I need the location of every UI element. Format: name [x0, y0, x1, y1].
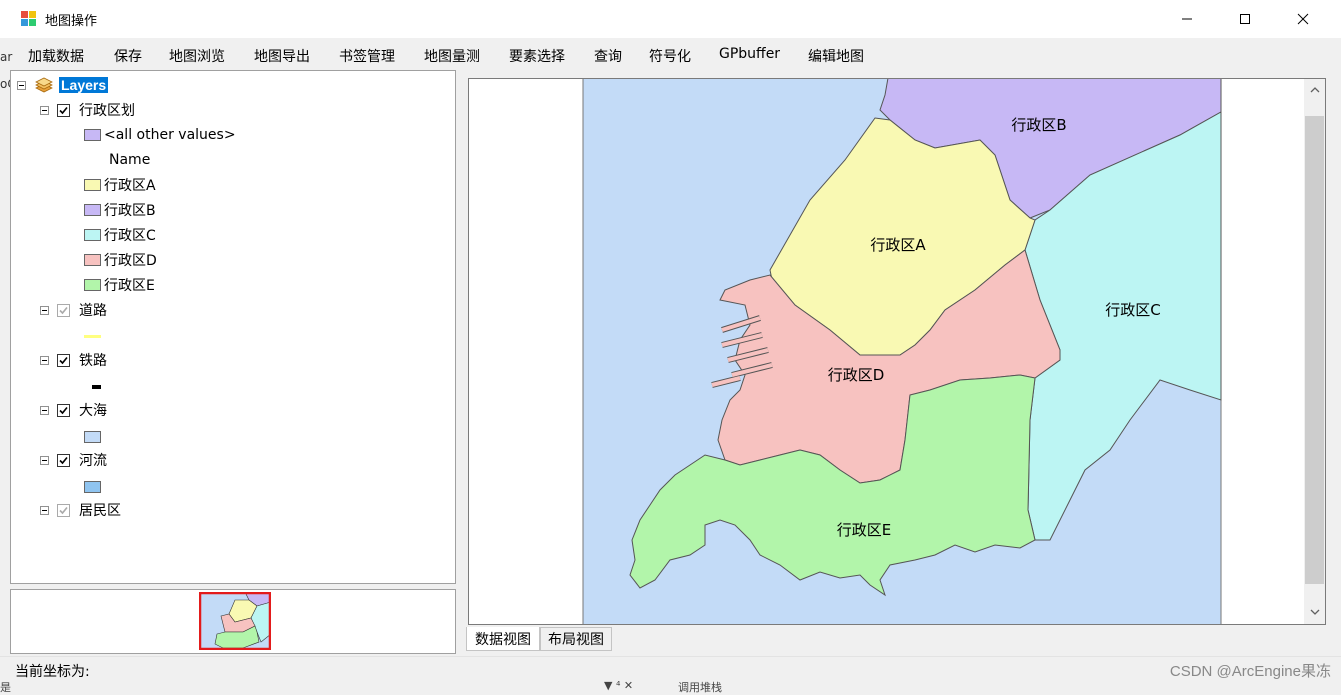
legend-other-values: <all other values>	[84, 125, 236, 145]
legend-item: 行政区A	[84, 175, 156, 195]
legend-label: 行政区A	[104, 178, 156, 194]
layer-name[interactable]: 河流	[79, 450, 107, 470]
layer-checkbox[interactable]	[57, 353, 70, 367]
sea-swatch	[84, 431, 101, 443]
layer-row-xingzheng[interactable]: 行政区划	[40, 100, 135, 120]
layer-checkbox[interactable]	[57, 103, 70, 117]
legend-item: 行政区B	[84, 200, 156, 220]
layer-row-dahai[interactable]: 大海	[40, 400, 107, 420]
menu-save[interactable]: 保存	[114, 46, 142, 66]
legend-item: 行政区C	[84, 225, 156, 245]
status-bar: 当前坐标为: CSDN @ArcEngine果冻 是 ▼ ⁴ ✕ 调用堆栈	[0, 656, 1341, 694]
river-swatch	[84, 481, 101, 493]
minimize-button[interactable]	[1158, 0, 1216, 38]
legend-label: 行政区C	[104, 228, 156, 244]
coords-label: 当前坐标为:	[15, 664, 90, 680]
menu-map-browse[interactable]: 地图浏览	[169, 46, 225, 66]
menu-map-measure[interactable]: 地图量测	[424, 46, 480, 66]
layer-checkbox[interactable]	[57, 403, 70, 417]
maximize-button[interactable]	[1216, 0, 1274, 38]
legend-swatch	[84, 179, 101, 191]
legend-swatch	[84, 129, 101, 141]
underlying-call-stack: 调用堆栈	[678, 681, 722, 694]
map-label-e: 行政区E	[837, 521, 891, 539]
scroll-down-icon[interactable]	[1304, 602, 1325, 622]
layers-root-label[interactable]: Layers	[59, 77, 109, 93]
collapse-icon[interactable]	[40, 505, 49, 515]
map-label-d: 行政区D	[828, 366, 885, 384]
map-view[interactable]: 行政区B 行政区A 行政区C 行政区D 行政区E	[468, 78, 1326, 625]
layer-name[interactable]: 道路	[79, 300, 107, 320]
collapse-icon[interactable]	[40, 355, 49, 365]
map-label-c: 行政区C	[1105, 301, 1160, 319]
legend-field-heading: Name	[109, 150, 150, 170]
underlying-text-left: 是	[0, 681, 11, 694]
clipped-text-top: ar	[0, 50, 13, 64]
toc-panel: Layers 行政区划 <all other values> Name 行政区A…	[10, 70, 456, 584]
tab-data-view[interactable]: 数据视图	[466, 627, 540, 651]
railway-symbol	[92, 385, 101, 389]
menu-load-data[interactable]: 加载数据	[28, 46, 84, 66]
collapse-icon[interactable]	[40, 305, 49, 315]
road-symbol	[84, 335, 101, 338]
layers-icon	[35, 77, 53, 93]
map-label-a: 行政区A	[870, 236, 926, 254]
menu-symbolize[interactable]: 符号化	[649, 46, 691, 66]
legend-swatch	[84, 204, 101, 216]
collapse-icon[interactable]	[40, 105, 49, 115]
legend-swatch	[84, 279, 101, 291]
layer-name[interactable]: 行政区划	[79, 100, 135, 120]
menu-bookmarks[interactable]: 书签管理	[339, 46, 395, 66]
legend-label: 行政区B	[104, 203, 156, 219]
layer-name[interactable]: 铁路	[79, 350, 107, 370]
legend-label: 行政区D	[104, 253, 157, 269]
menu-bar: ar 加载数据 保存 地图浏览 地图导出 书签管理 地图量测 要素选择 查询 符…	[0, 38, 1341, 70]
layer-row-tielu[interactable]: 铁路	[40, 350, 107, 370]
menu-query[interactable]: 查询	[594, 46, 622, 66]
map-label-b: 行政区B	[1011, 116, 1066, 134]
overview-thumbnail[interactable]	[199, 592, 271, 650]
menu-feature-select[interactable]: 要素选择	[509, 46, 565, 66]
legend-label: <all other values>	[104, 127, 236, 143]
layer-checkbox[interactable]	[57, 303, 70, 317]
layer-name[interactable]: 居民区	[79, 500, 121, 520]
layer-checkbox[interactable]	[57, 453, 70, 467]
legend-label: 行政区E	[104, 278, 155, 294]
tab-layout-view[interactable]: 布局视图	[540, 627, 612, 651]
layer-checkbox[interactable]	[57, 503, 70, 517]
overview-map-panel[interactable]	[10, 589, 456, 654]
legend-item: 行政区E	[84, 275, 155, 295]
menu-map-export[interactable]: 地图导出	[254, 46, 310, 66]
legend-swatch	[84, 229, 101, 241]
collapse-icon[interactable]	[17, 80, 26, 90]
close-button[interactable]	[1274, 0, 1332, 38]
layer-name[interactable]: 大海	[79, 400, 107, 420]
toc-root-row[interactable]: Layers	[17, 75, 109, 95]
legend-field: Name	[109, 152, 151, 168]
title-bar: 地图操作	[0, 0, 1341, 38]
collapse-icon[interactable]	[40, 455, 49, 465]
window-title: 地图操作	[45, 14, 98, 29]
scroll-up-icon[interactable]	[1304, 80, 1325, 100]
layer-row-heliu[interactable]: 河流	[40, 450, 107, 470]
collapse-icon[interactable]	[40, 405, 49, 415]
map-canvas[interactable]: 行政区B 行政区A 行政区C 行政区D 行政区E	[468, 78, 1326, 625]
menu-edit-map[interactable]: 编辑地图	[808, 46, 864, 66]
scroll-thumb[interactable]	[1305, 116, 1324, 584]
legend-item: 行政区D	[84, 250, 157, 270]
layer-row-daolu[interactable]: 道路	[40, 300, 107, 320]
app-icon	[21, 11, 37, 27]
layer-row-jumin[interactable]: 居民区	[40, 500, 121, 520]
menu-gpbuffer[interactable]: GPbuffer	[719, 46, 780, 62]
watermark: CSDN @ArcEngine果冻	[1169, 663, 1331, 680]
legend-swatch	[84, 254, 101, 266]
underlying-arrows: ▼ ⁴ ✕	[604, 679, 634, 692]
